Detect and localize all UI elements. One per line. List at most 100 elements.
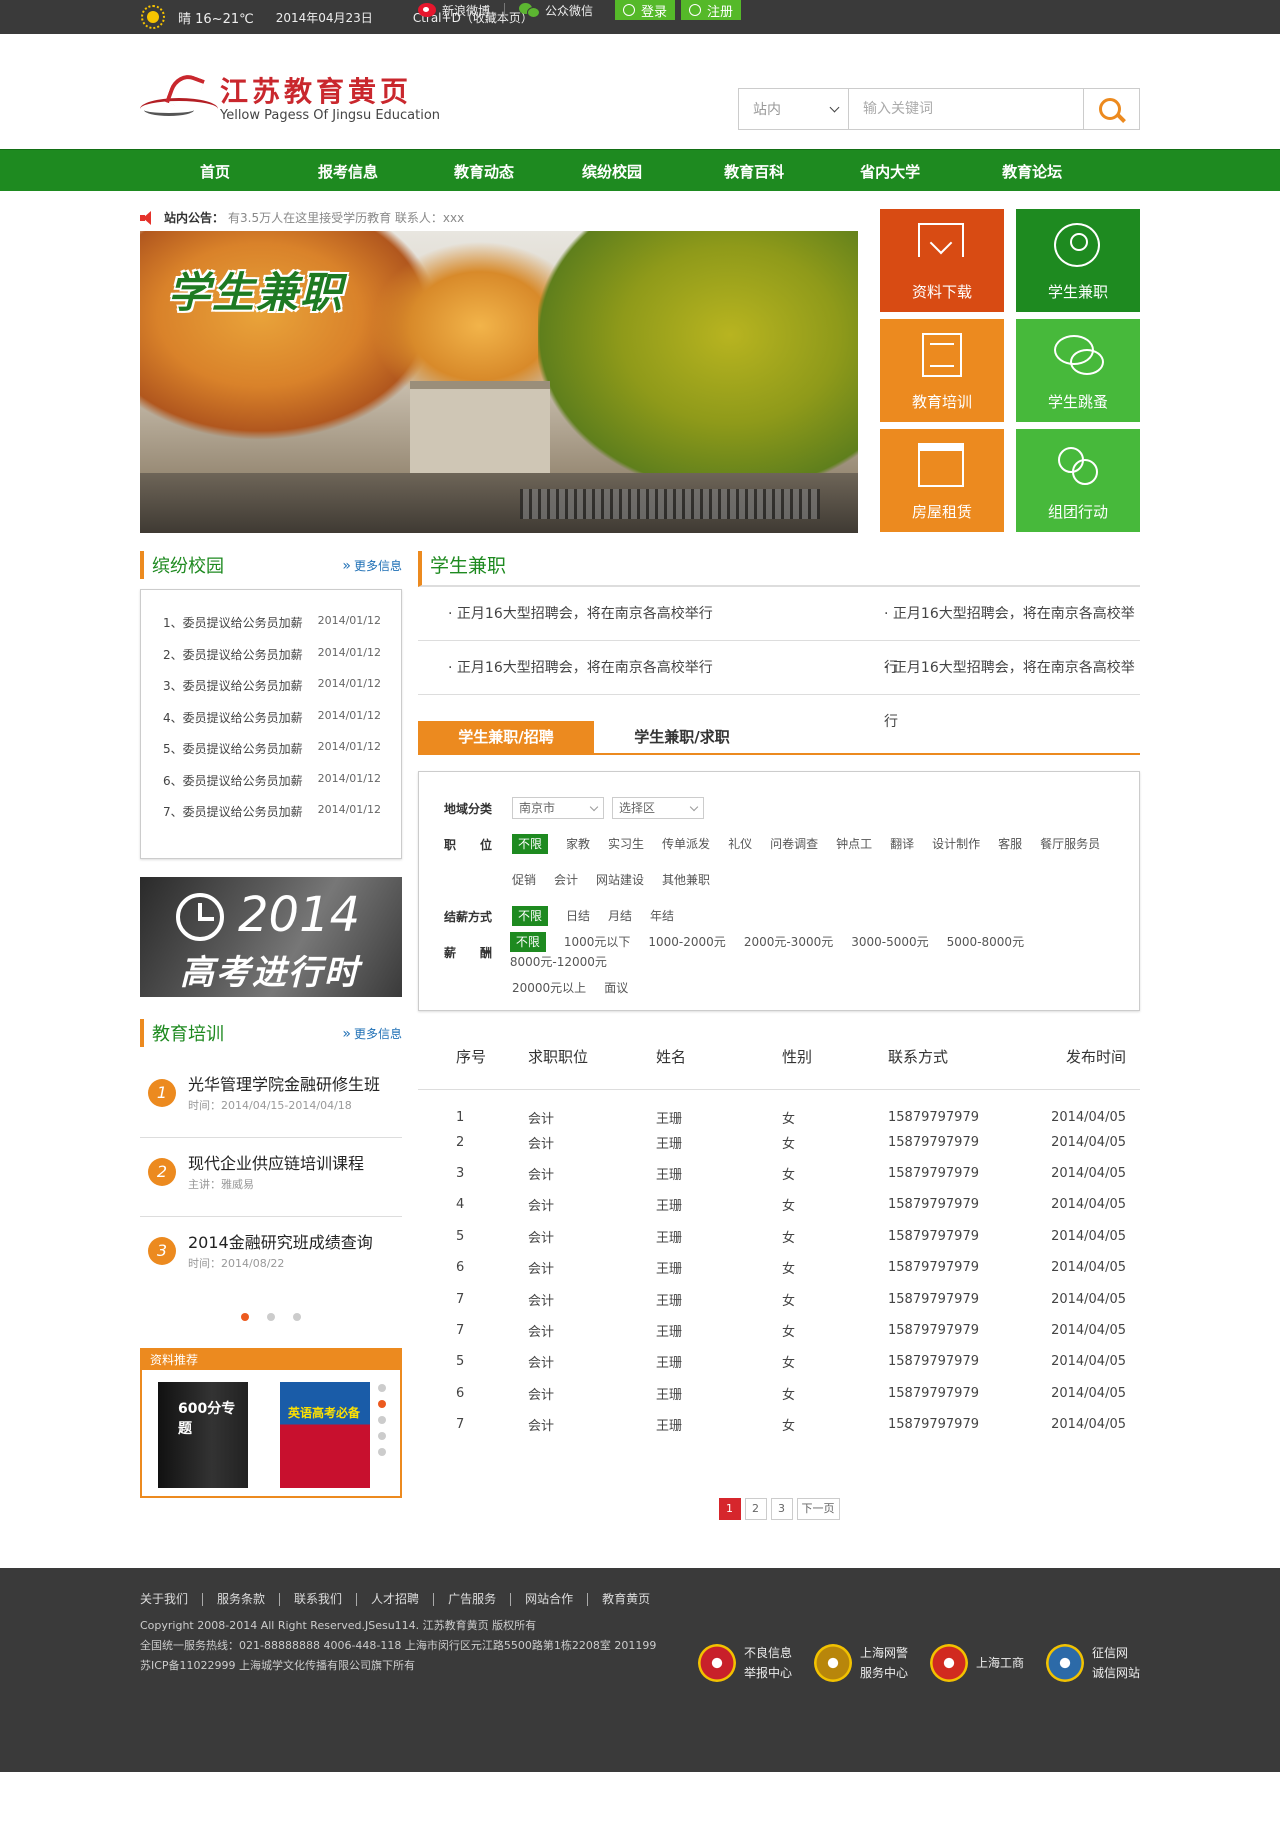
table-row[interactable]: 6 会计 王珊 女 15879797979 2014/04/05: [418, 1378, 1140, 1409]
page-button[interactable]: 2: [744, 1498, 767, 1520]
filter-option[interactable]: 礼仪: [728, 834, 752, 854]
filter-option[interactable]: 3000-5000元: [851, 932, 928, 952]
carousel-dot[interactable]: [241, 1313, 249, 1321]
login-button[interactable]: 登录: [615, 0, 676, 20]
filter-option[interactable]: 20000元以上: [512, 978, 586, 998]
training-item[interactable]: 1 光华管理学院金融研修生班 时间：2014/04/15-2014/04/18: [140, 1059, 402, 1138]
city-select[interactable]: 南京市: [512, 797, 604, 819]
hero-banner[interactable]: 学生兼职: [140, 231, 858, 533]
footer-link[interactable]: 人才招聘: [356, 1593, 433, 1606]
list-item[interactable]: 6、委员提议给公务员加薪 2014/01/12: [163, 772, 381, 804]
filter-option[interactable]: 设计制作: [932, 834, 980, 854]
book-cover[interactable]: 英语高考必备: [280, 1382, 370, 1488]
tile-parttime[interactable]: 学生兼职: [1016, 209, 1140, 312]
filter-option[interactable]: 实习生: [608, 834, 644, 854]
table-row[interactable]: 5 会计 王珊 女 15879797979 2014/04/05: [418, 1346, 1140, 1377]
table-row[interactable]: 7 会计 王珊 女 15879797979 2014/04/05: [418, 1283, 1140, 1314]
filter-option[interactable]: 问卷调查: [770, 834, 818, 854]
footer-link[interactable]: 关于我们: [140, 1593, 202, 1606]
footer-link[interactable]: 广告服务: [433, 1593, 510, 1606]
nav-item-exam[interactable]: 报考信息: [318, 161, 378, 182]
badge-commerce[interactable]: 上海工商: [929, 1643, 1024, 1683]
filter-option[interactable]: 传单派发: [662, 834, 710, 854]
filter-option[interactable]: 会计: [554, 870, 578, 890]
pager-dot[interactable]: [378, 1400, 386, 1408]
badge-credit[interactable]: 征信网 诚信网站: [1045, 1643, 1140, 1683]
filter-option[interactable]: 1000元以下: [564, 932, 631, 952]
training-more-link[interactable]: 更多信息: [342, 1025, 402, 1042]
filter-option[interactable]: 客服: [998, 834, 1022, 854]
list-item[interactable]: 正月16大型招聘会，将在南京各高校举行: [779, 587, 1140, 676]
search-button[interactable]: [1083, 89, 1139, 129]
campus-more-link[interactable]: 更多信息: [342, 557, 402, 574]
footer-link[interactable]: 网站合作: [510, 1593, 587, 1606]
pager-dot[interactable]: [378, 1448, 386, 1456]
wechat-link[interactable]: 公众微信: [519, 2, 593, 19]
badge-report-center[interactable]: 不良信息 举报中心: [697, 1643, 792, 1683]
weibo-link[interactable]: 新浪微博: [418, 2, 490, 19]
filter-option[interactable]: 年结: [650, 906, 674, 926]
tile-flea-market[interactable]: 学生跳蚤: [1016, 319, 1140, 422]
nav-item-home[interactable]: 首页: [200, 161, 230, 182]
table-row[interactable]: 2 会计 王珊 女 15879797979 2014/04/05: [418, 1127, 1140, 1158]
tab-recruit[interactable]: 学生兼职/招聘: [418, 721, 594, 753]
next-page-button[interactable]: 下一页: [796, 1498, 840, 1520]
search-input[interactable]: [849, 89, 1083, 129]
page-button[interactable]: 1: [718, 1498, 741, 1520]
table-row[interactable]: 5 会计 王珊 女 15879797979 2014/04/05: [418, 1221, 1140, 1252]
list-item[interactable]: 正月16大型招聘会，将在南京各高校举行: [418, 587, 779, 641]
badge-police[interactable]: 上海网警 服务中心: [813, 1643, 908, 1683]
search-scope-select[interactable]: 站内: [739, 89, 849, 129]
footer-link[interactable]: 服务条款: [202, 1593, 279, 1606]
filter-option[interactable]: 5000-8000元: [947, 932, 1024, 952]
gaokao-ad-banner[interactable]: 2014 高考进行时: [140, 877, 402, 997]
tile-training[interactable]: 教育培训: [880, 319, 1004, 422]
list-item[interactable]: 5、委员提议给公务员加薪 2014/01/12: [163, 740, 381, 772]
tile-download[interactable]: 资料下载: [880, 209, 1004, 312]
filter-option[interactable]: 2000元-3000元: [744, 932, 833, 952]
filter-option[interactable]: 促销: [512, 870, 536, 890]
table-row[interactable]: 7 会计 王珊 女 15879797979 2014/04/05: [418, 1409, 1140, 1440]
filter-option[interactable]: 1000-2000元: [648, 932, 725, 952]
nav-item-campus[interactable]: 缤纷校园: [582, 161, 642, 182]
list-item[interactable]: 2、委员提议给公务员加薪 2014/01/12: [163, 646, 381, 678]
nav-item-wiki[interactable]: 教育百科: [724, 161, 784, 182]
footer-link[interactable]: 联系我们: [279, 1593, 356, 1606]
filter-option[interactable]: 月结: [608, 906, 632, 926]
carousel-dot[interactable]: [293, 1313, 301, 1321]
filter-option[interactable]: 8000元-12000元: [510, 952, 607, 972]
filter-option[interactable]: 餐厅服务员: [1040, 834, 1100, 854]
table-row[interactable]: 4 会计 王珊 女 15879797979 2014/04/05: [418, 1189, 1140, 1220]
training-item[interactable]: 2 现代企业供应链培训课程 主讲：雅威易: [140, 1138, 402, 1217]
table-row[interactable]: 3 会计 王珊 女 15879797979 2014/04/05: [418, 1158, 1140, 1189]
filter-option[interactable]: 面议: [604, 978, 628, 998]
filter-option[interactable]: 日结: [566, 906, 590, 926]
table-row[interactable]: 6 会计 王珊 女 15879797979 2014/04/05: [418, 1252, 1140, 1283]
pager-dot[interactable]: [378, 1432, 386, 1440]
filter-option[interactable]: 不限: [509, 932, 546, 952]
tile-rental[interactable]: 房屋租赁: [880, 429, 1004, 532]
register-button[interactable]: 注册: [681, 0, 742, 20]
district-select[interactable]: 选择区: [612, 797, 704, 819]
book-cover[interactable]: 600分专题: [158, 1382, 248, 1488]
nav-item-forum[interactable]: 教育论坛: [1002, 161, 1062, 182]
table-row[interactable]: 1 会计 王珊 女 15879797979 2014/04/05: [418, 1089, 1140, 1127]
carousel-dot[interactable]: [267, 1313, 275, 1321]
list-item[interactable]: 正月16大型招聘会，将在南京各高校举行: [418, 641, 779, 695]
filter-option[interactable]: 不限: [512, 834, 549, 854]
list-item[interactable]: 7、委员提议给公务员加薪 2014/01/12: [163, 803, 381, 835]
page-button[interactable]: 3: [770, 1498, 793, 1520]
footer-link[interactable]: 教育黄页: [587, 1593, 664, 1606]
list-item[interactable]: 1、委员提议给公务员加薪 2014/01/12: [163, 614, 381, 646]
tab-seek[interactable]: 学生兼职/求职: [594, 721, 770, 753]
list-item[interactable]: 正月16大型招聘会，将在南京各高校举行: [779, 641, 1140, 730]
pager-dot[interactable]: [378, 1416, 386, 1424]
notice-text[interactable]: 有3.5万人在这里接受学历教育 联系人：xxx: [228, 209, 464, 226]
nav-item-universities[interactable]: 省内大学: [860, 161, 920, 182]
filter-option[interactable]: 不限: [512, 906, 549, 926]
tile-group[interactable]: 组团行动: [1016, 429, 1140, 532]
pager-dot[interactable]: [378, 1384, 386, 1392]
filter-option[interactable]: 家教: [566, 834, 590, 854]
nav-item-news[interactable]: 教育动态: [454, 161, 514, 182]
list-item[interactable]: 3、委员提议给公务员加薪 2014/01/12: [163, 677, 381, 709]
